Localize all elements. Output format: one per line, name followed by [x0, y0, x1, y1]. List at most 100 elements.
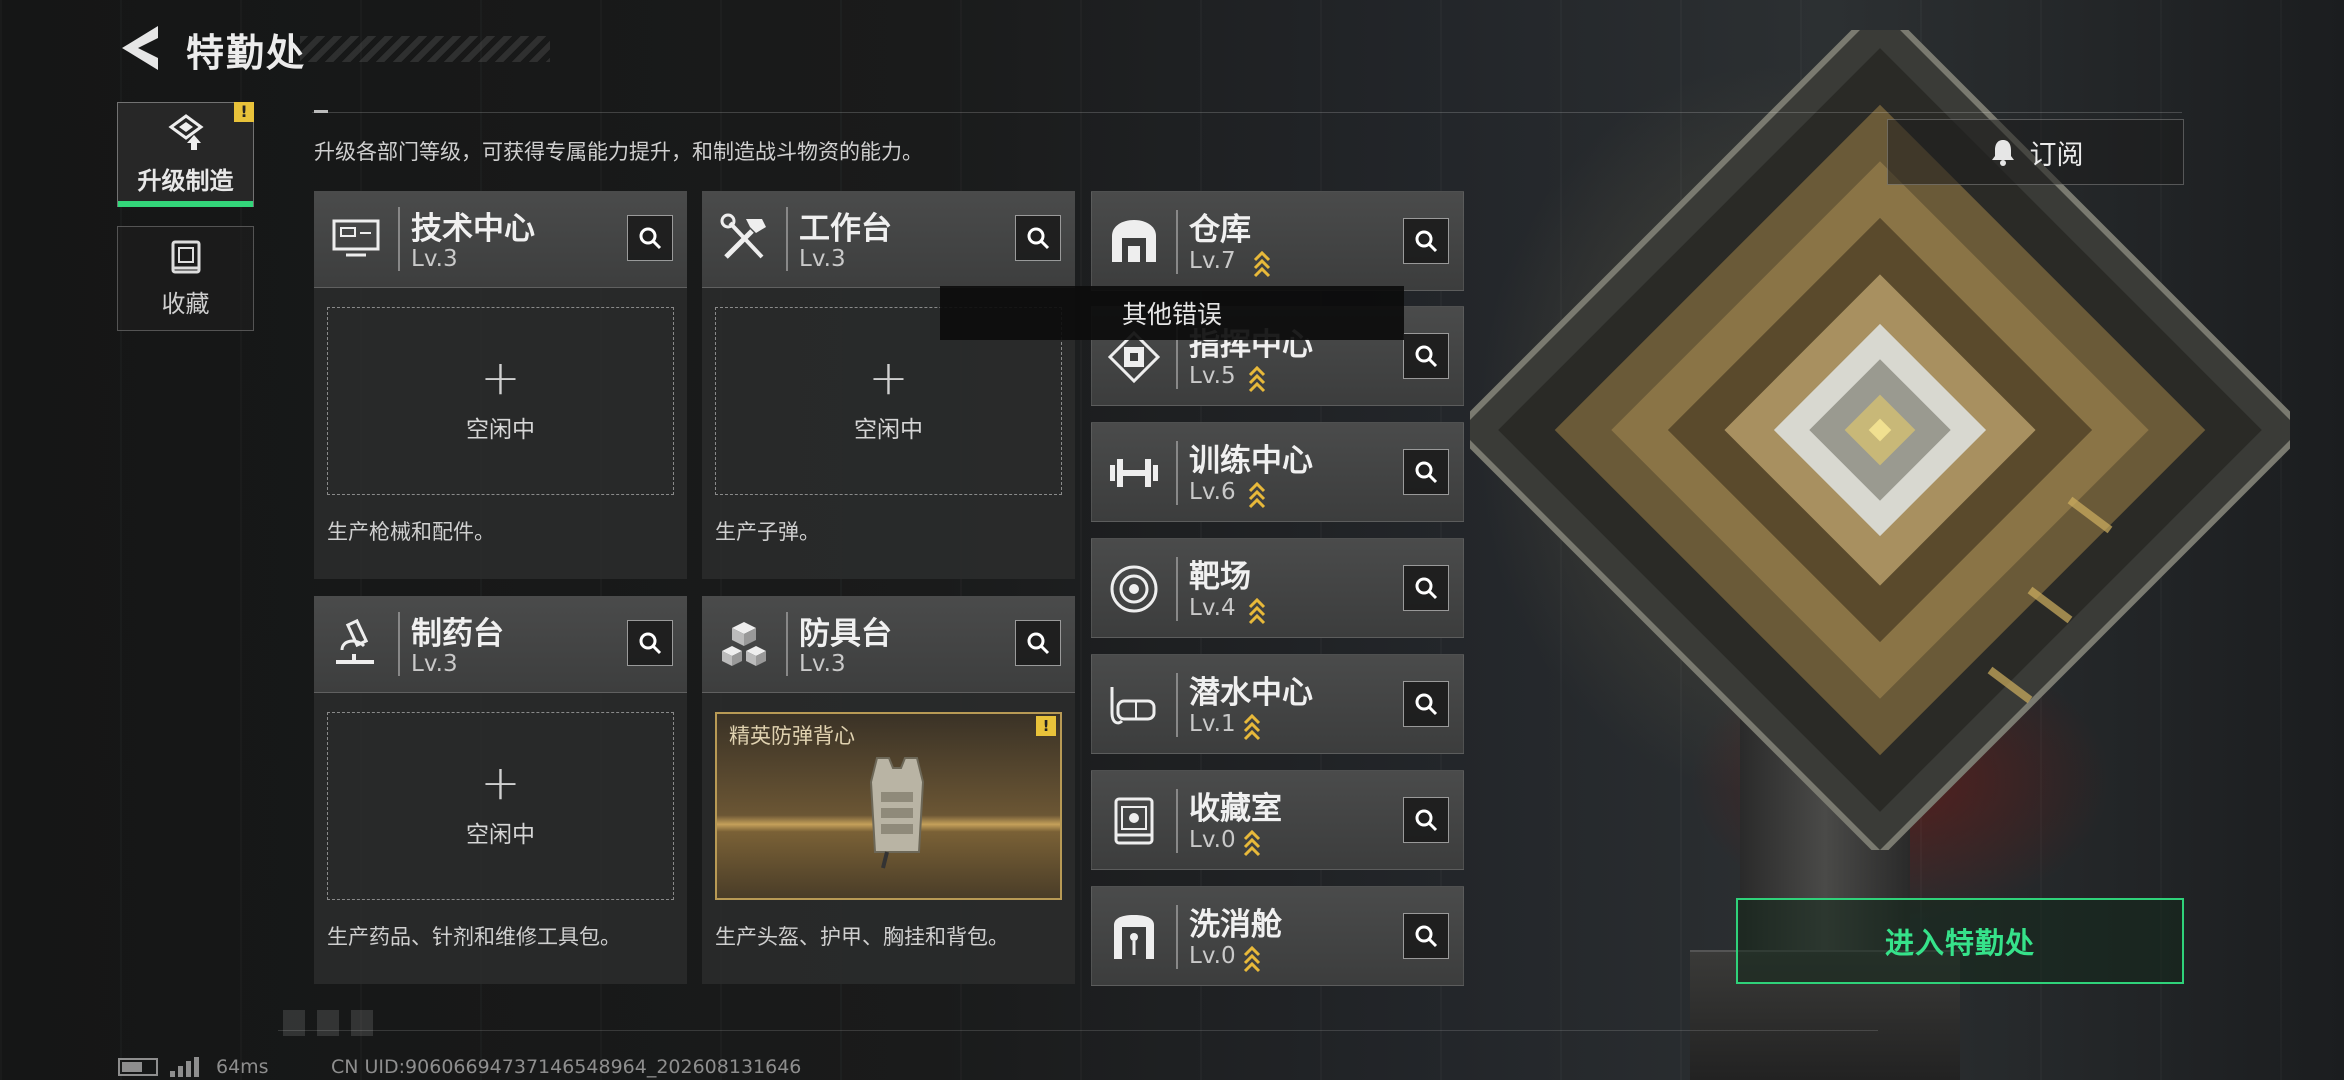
search-button[interactable] [1403, 565, 1449, 611]
status-bar: 64ms [118, 1056, 269, 1078]
title-decoration [300, 36, 550, 62]
warning-badge: ! [234, 102, 254, 122]
search-button[interactable] [1403, 797, 1449, 843]
facility-row-diving-center[interactable]: 潜水中心 Lv.1 [1091, 654, 1464, 754]
production-slot[interactable]: + 空闲中 [327, 712, 674, 900]
tab-upgrade-craft[interactable]: ! 升级制造 [117, 102, 254, 207]
workstation-name: 工作台 [799, 211, 892, 247]
workstation-description: 生产枪械和配件。 [327, 520, 495, 544]
header-separator [1176, 673, 1178, 737]
workstation-card-armor: 防具台 Lv.3 精英防弹背心 ! 生产头盔、护甲、胸挂和背包。 [702, 596, 1075, 984]
search-button[interactable] [1403, 449, 1449, 495]
back-chevron-icon[interactable] [118, 24, 162, 72]
workstation-name: 技术中心 [411, 211, 535, 247]
workstation-card-pharmacy: 制药台 Lv.3 + 空闲中 生产药品、针剂和维修工具包。 [314, 596, 687, 984]
facility-level: Lv.5 [1189, 363, 1236, 389]
bottom-divider [278, 1030, 1878, 1031]
facility-name: 潜水中心 [1189, 675, 1313, 711]
facility-row-training-center[interactable]: 训练中心 Lv.6 [1091, 422, 1464, 522]
header-separator [398, 207, 400, 271]
facility-row-warehouse[interactable]: 仓库 Lv.7 [1091, 191, 1464, 291]
search-button[interactable] [1403, 218, 1449, 264]
upgrade-arrow-icon [1248, 365, 1266, 393]
facility-level: Lv.4 [1189, 595, 1236, 621]
header-separator [786, 612, 788, 676]
search-button[interactable] [1403, 681, 1449, 727]
search-button[interactable] [1015, 620, 1061, 666]
facility-name: 仓库 [1189, 212, 1251, 248]
upgrade-arrow-icon [1243, 713, 1261, 741]
facility-name: 收藏室 [1189, 791, 1282, 827]
search-icon [1415, 345, 1438, 368]
workstation-header[interactable]: 制药台 Lv.3 [314, 596, 687, 693]
bottom-decoration [283, 1010, 383, 1036]
search-icon [1415, 461, 1438, 484]
upgrade-arrow-icon [1248, 481, 1266, 509]
facility-row-decontamination[interactable]: 洗消舱 Lv.0 [1091, 886, 1464, 986]
search-button[interactable] [627, 215, 673, 261]
facility-level: Lv.1 [1189, 711, 1236, 737]
computer-icon [332, 219, 380, 257]
search-icon [1415, 809, 1438, 832]
collection-icon [171, 240, 200, 274]
ping-text: 64ms [216, 1056, 269, 1078]
tab-collection[interactable]: 收藏 [117, 226, 254, 331]
page-title: 特勤处 [186, 31, 307, 75]
workstation-name: 防具台 [799, 616, 892, 652]
upgrade-arrow-icon [1243, 829, 1261, 857]
search-button[interactable] [1403, 333, 1449, 379]
facility-level: Lv.7 [1189, 248, 1236, 274]
search-button[interactable] [1403, 913, 1449, 959]
search-icon [1415, 925, 1438, 948]
slot-status: 空闲中 [466, 822, 535, 848]
display-case-icon [1114, 797, 1154, 845]
header-separator [1176, 557, 1178, 621]
header-separator [1176, 905, 1178, 969]
header-separator [1176, 441, 1178, 505]
slot-status: 空闲中 [466, 417, 535, 443]
facility-name: 训练中心 [1189, 443, 1313, 479]
production-slot-item[interactable]: 精英防弹背心 ! [715, 712, 1062, 900]
workstation-level: Lv.3 [799, 651, 846, 677]
workstation-name: 制药台 [411, 616, 504, 652]
upgrade-craft-icon [167, 114, 204, 150]
production-slot[interactable]: + 空闲中 [327, 307, 674, 495]
subscribe-button[interactable]: 订阅 [1887, 119, 2184, 185]
plus-icon: + [868, 350, 909, 406]
item-name: 精英防弹背心 [729, 724, 855, 748]
search-icon [639, 632, 662, 655]
divider-mark [314, 110, 328, 113]
signal-icon [170, 1057, 204, 1077]
search-button[interactable] [627, 620, 673, 666]
workstation-header[interactable]: 工作台 Lv.3 [702, 191, 1075, 288]
header-separator [1176, 789, 1178, 853]
body-armor-icon [869, 757, 925, 869]
subscribe-label: 订阅 [2029, 139, 2084, 171]
workstation-header[interactable]: 技术中心 Lv.3 [314, 191, 687, 288]
decontamination-icon [1114, 915, 1154, 959]
search-icon [1415, 693, 1438, 716]
enter-special-ops-button[interactable]: 进入特勤处 [1736, 898, 2184, 984]
warehouse-icon [1112, 220, 1156, 262]
tools-icon [720, 213, 766, 259]
search-icon [1027, 632, 1050, 655]
facility-row-shooting-range[interactable]: 靶场 Lv.4 [1091, 538, 1464, 638]
warning-badge: ! [1036, 716, 1056, 736]
facility-level: Lv.0 [1189, 827, 1236, 853]
workstation-level: Lv.3 [411, 246, 458, 272]
tab-label: 收藏 [161, 290, 210, 318]
upgrade-arrow-icon [1248, 597, 1266, 625]
search-icon [639, 227, 662, 250]
workstation-card-tech-center: 技术中心 Lv.3 + 空闲中 生产枪械和配件。 [314, 191, 687, 579]
target-icon [1110, 565, 1158, 613]
tab-label: 升级制造 [137, 167, 234, 195]
diving-mask-icon [1110, 687, 1156, 725]
error-tooltip: 其他错误 [940, 286, 1404, 340]
search-button[interactable] [1015, 215, 1061, 261]
bell-icon [1991, 140, 2014, 166]
search-icon [1415, 577, 1438, 600]
workstation-header[interactable]: 防具台 Lv.3 [702, 596, 1075, 693]
header-separator [1176, 210, 1178, 274]
facility-row-collection-room[interactable]: 收藏室 Lv.0 [1091, 770, 1464, 870]
workstation-level: Lv.3 [411, 651, 458, 677]
